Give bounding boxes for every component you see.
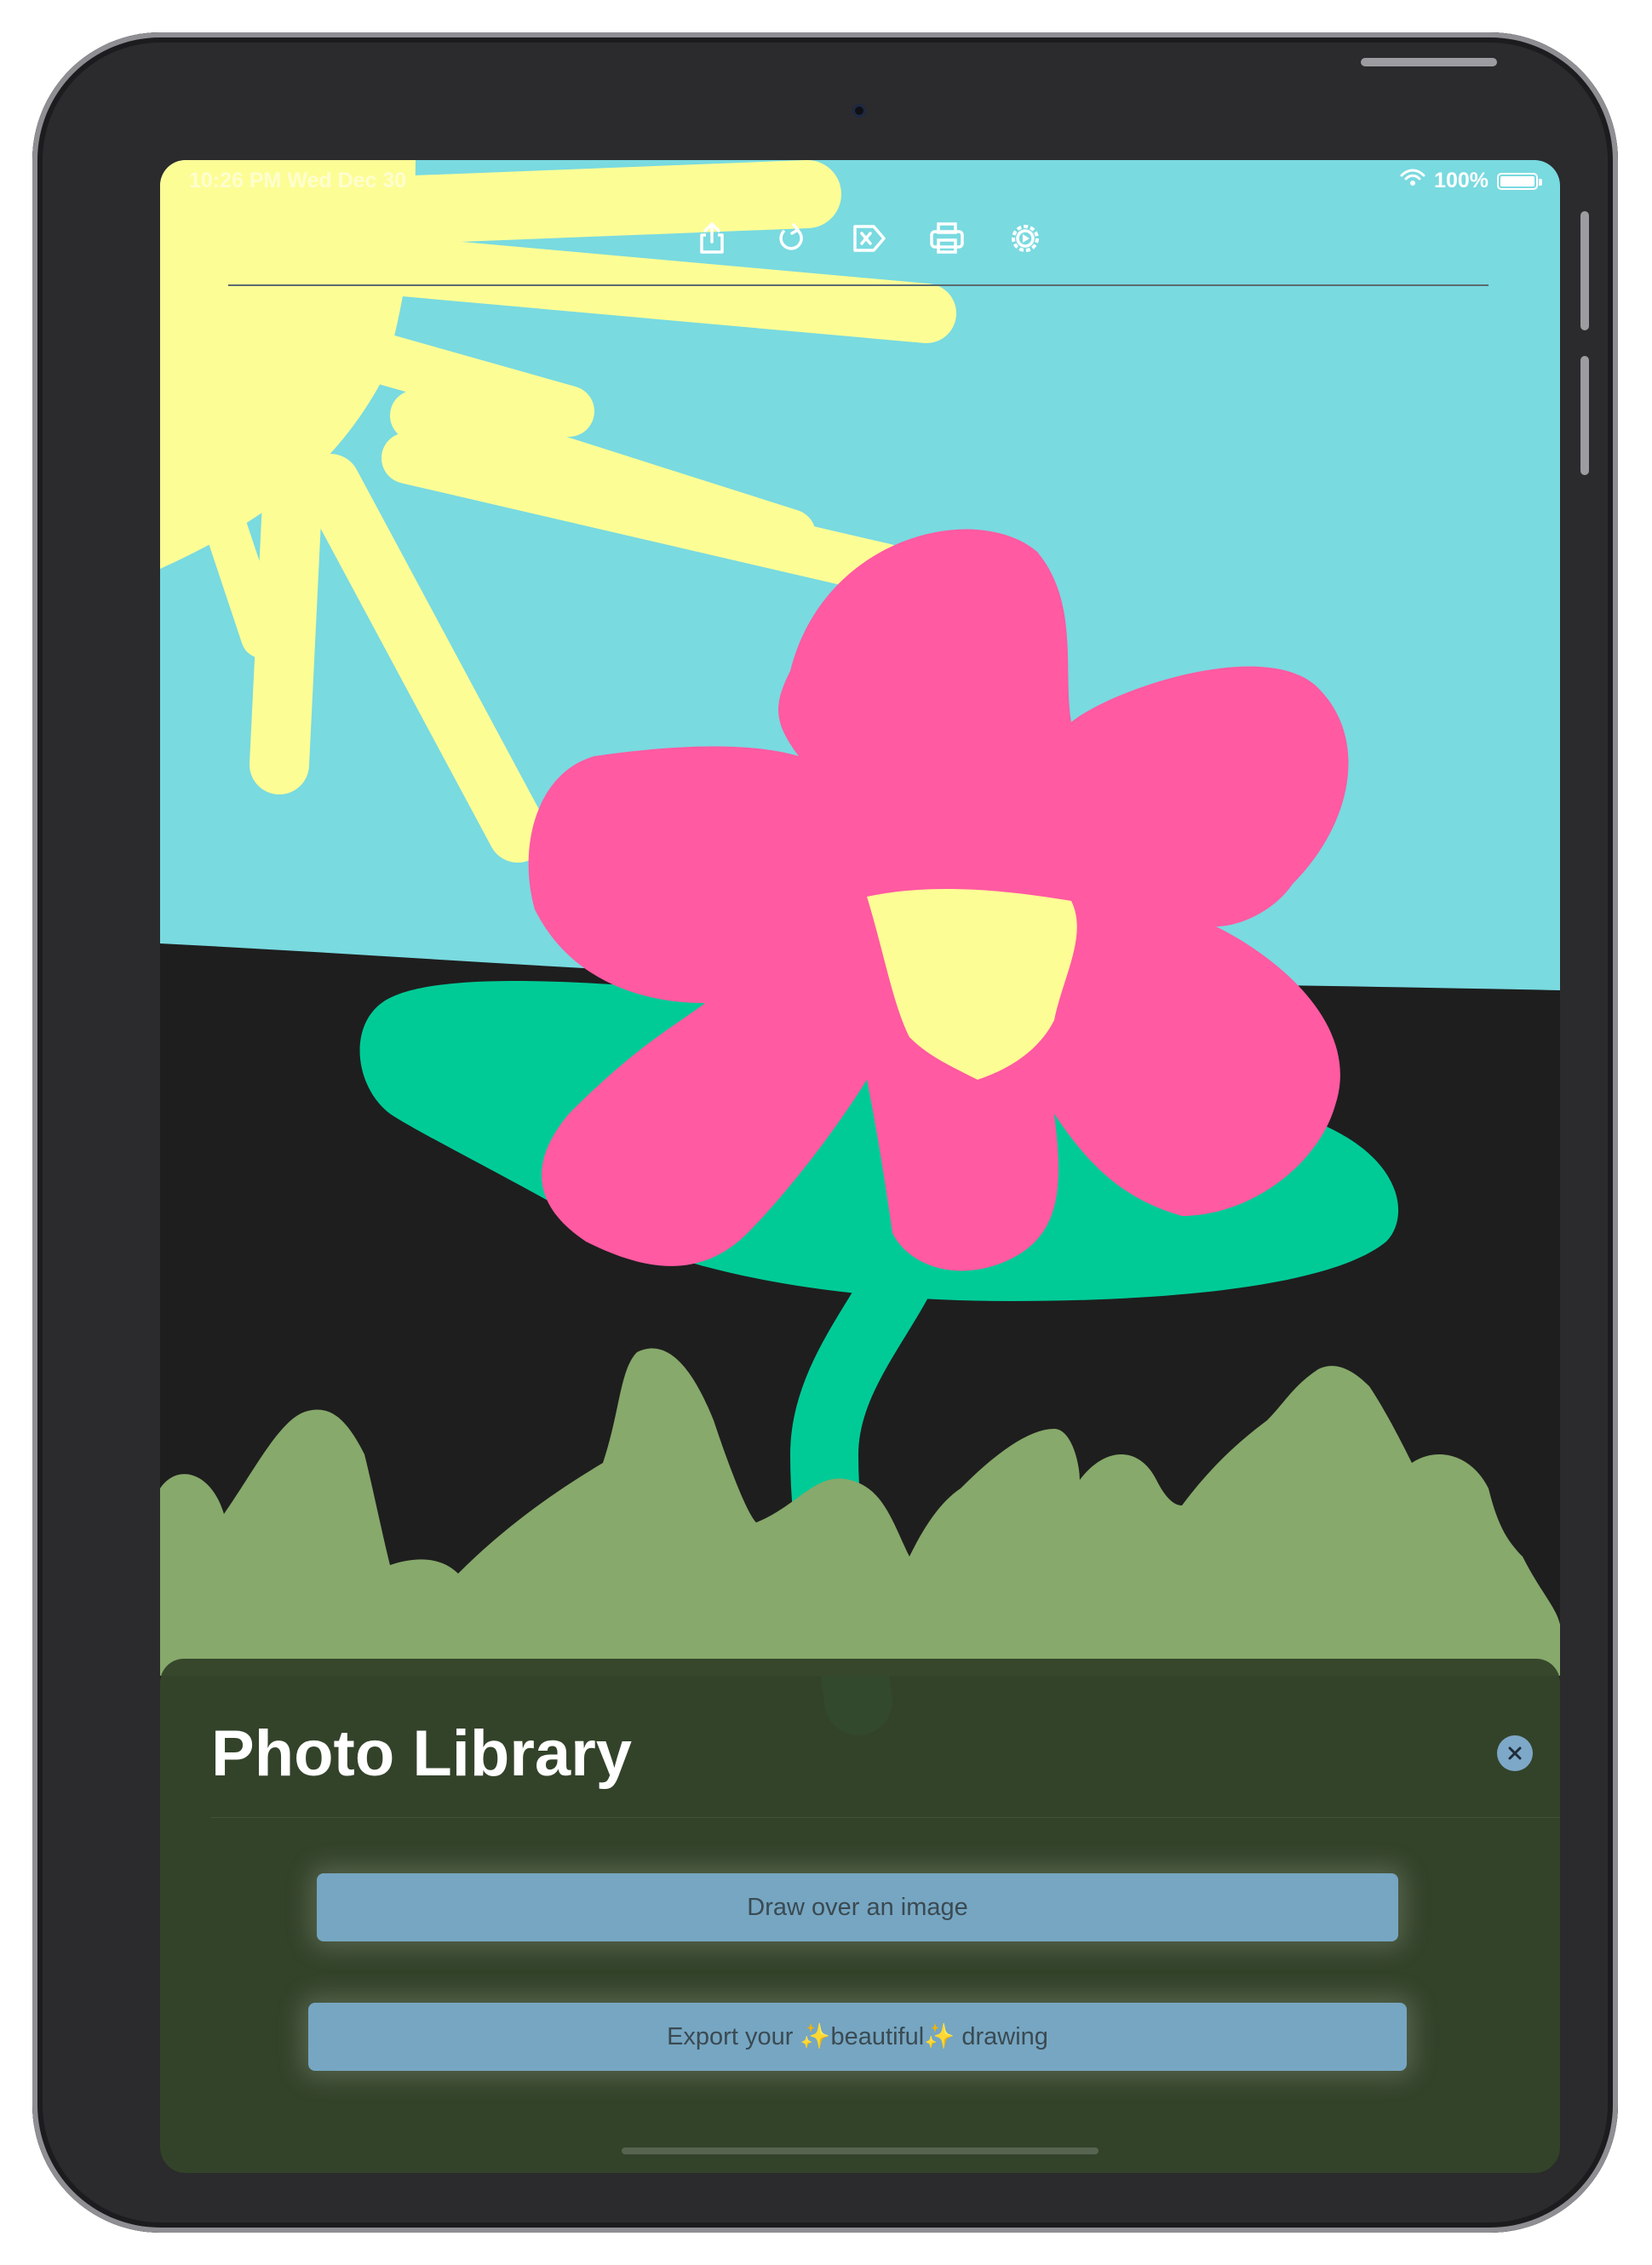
settings-icon[interactable] — [1000, 213, 1051, 264]
battery-percent: 100% — [1434, 169, 1489, 192]
top-button — [1361, 58, 1497, 66]
share-icon[interactable] — [686, 213, 737, 264]
undo-icon[interactable] — [765, 213, 816, 264]
ipad-frame: 10:26 PM Wed Dec 30 100% Photo Library D… — [32, 32, 1618, 2233]
toolbar — [160, 213, 1560, 264]
wifi-icon — [1400, 169, 1425, 193]
screen: 10:26 PM Wed Dec 30 100% Photo Library D… — [160, 160, 1560, 2173]
front-camera — [852, 104, 866, 118]
export-drawing-label: Export your ✨beautiful✨ drawing — [667, 2023, 1048, 2050]
close-icon[interactable] — [1497, 1735, 1533, 1771]
battery-icon — [1497, 172, 1542, 190]
sheet-divider — [211, 1817, 1560, 1818]
photo-library-sheet: Photo Library Draw over an image Export … — [160, 1659, 1560, 2173]
toolbar-divider — [228, 284, 1489, 286]
volume-up-button — [1580, 211, 1589, 330]
draw-over-image-label: Draw over an image — [747, 1893, 968, 1921]
clear-icon[interactable] — [843, 213, 894, 264]
draw-over-image-button[interactable]: Draw over an image — [317, 1873, 1398, 1941]
status-time: 10:26 PM Wed Dec 30 — [189, 169, 407, 192]
home-indicator[interactable] — [622, 2147, 1098, 2154]
status-right: 100% — [1400, 169, 1542, 193]
print-icon[interactable] — [921, 213, 972, 264]
volume-down-button — [1580, 356, 1589, 475]
status-bar: 10:26 PM Wed Dec 30 100% — [160, 160, 1560, 203]
sheet-title: Photo Library — [211, 1717, 633, 1790]
export-drawing-button[interactable]: Export your ✨beautiful✨ drawing — [308, 2003, 1407, 2071]
